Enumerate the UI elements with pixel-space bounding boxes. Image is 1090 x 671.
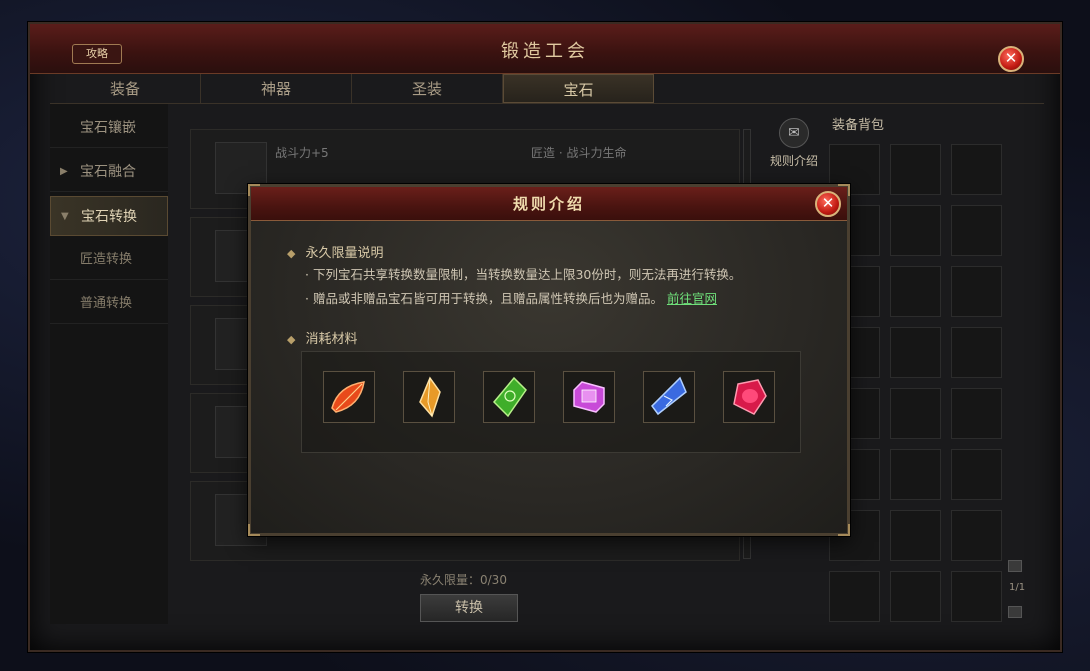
window-title: 锻造工会 xyxy=(501,41,589,62)
bag-slot[interactable] xyxy=(890,571,941,622)
sidebar-item-label: 普通转换 xyxy=(80,296,133,311)
page-down-button[interactable] xyxy=(1008,606,1022,618)
tab-holy-gear[interactable]: 圣装 xyxy=(352,74,503,103)
bag-page-indicator: 1/1 xyxy=(1009,582,1026,593)
official-site-link[interactable]: 前往官网 xyxy=(667,291,717,306)
sidebar-item-label: 匠造转换 xyxy=(80,252,133,267)
bag-slot[interactable] xyxy=(951,449,1002,500)
tab-gem[interactable]: 宝石 xyxy=(503,74,654,103)
bag-slot[interactable] xyxy=(890,510,941,561)
sidebar-item-normal-convert[interactable]: 普通转换 xyxy=(50,284,168,324)
main-tabs: 装备 神器 圣装 宝石 xyxy=(50,74,1044,104)
bag-slot[interactable] xyxy=(951,571,1002,622)
sidebar-item-crafted-convert[interactable]: 匠造转换 xyxy=(50,240,168,280)
sidebar-item-label: 宝石镶嵌 xyxy=(80,120,136,136)
bag-title: 装备背包 xyxy=(832,118,885,133)
sidebar-item-gem-convert[interactable]: ▼ 宝石转换 xyxy=(50,196,168,236)
rules-dialog: 规则介绍 ✕ ◆ 永久限量说明 · 下列宝石共享转换数量限制，当转换数量达上限30… xyxy=(248,184,850,536)
rule-line-2-text: · 赠品或非赠品宝石皆可用于转换，且赠品属性转换后也为赠品。 xyxy=(305,291,663,306)
bag-slot[interactable] xyxy=(829,571,880,622)
section-title: 消耗材料 xyxy=(305,332,358,347)
sidebar-item-label: 宝石融合 xyxy=(80,164,136,180)
corner-ornament xyxy=(248,524,260,536)
chevron-right-icon: ▶ xyxy=(60,166,68,177)
rules-button-label: 规则介绍 xyxy=(769,154,818,168)
section-permanent-limit: ◆ 永久限量说明 xyxy=(287,242,383,261)
bag-slot[interactable] xyxy=(890,327,941,378)
bag-slot[interactable] xyxy=(890,388,941,439)
materials-panel xyxy=(301,351,801,453)
gem-attribute: 战斗力+5 xyxy=(275,146,329,160)
diamond-bullet-icon: ◆ xyxy=(287,333,296,346)
bag-slot[interactable] xyxy=(951,205,1002,256)
window-titlebar: 攻略 锻造工会 ✕ xyxy=(30,24,1060,74)
equipment-bag-grid xyxy=(829,144,1002,622)
ruby-gem-icon[interactable] xyxy=(723,371,775,423)
convert-button[interactable]: 转换 xyxy=(420,594,518,622)
dialog-titlebar: 规则介绍 xyxy=(251,187,847,221)
sidebar-item-label: 宝石转换 xyxy=(81,209,137,225)
permanent-limit: 永久限量：0/30 xyxy=(420,573,507,587)
corner-ornament xyxy=(838,524,850,536)
sidebar: 宝石镶嵌 ▶ 宝石融合 ▼ 宝石转换 匠造转换 普通转换 xyxy=(50,104,168,624)
section-materials: ◆ 消耗材料 xyxy=(287,328,357,347)
rule-line-1: · 下列宝石共享转换数量限制，当转换数量达上限30份时，则无法再进行转换。 xyxy=(305,267,742,282)
bag-slot[interactable] xyxy=(951,144,1002,195)
dialog-title: 规则介绍 xyxy=(512,195,585,213)
blue-gem-icon[interactable] xyxy=(643,371,695,423)
tab-equipment[interactable]: 装备 xyxy=(50,74,201,103)
bag-slot[interactable] xyxy=(951,388,1002,439)
sidebar-item-gem-inlay[interactable]: 宝石镶嵌 xyxy=(50,108,168,148)
section-title: 永久限量说明 xyxy=(305,246,384,261)
dialog-close-button[interactable]: ✕ xyxy=(815,191,841,217)
amber-gem-icon[interactable] xyxy=(403,371,455,423)
bag-slot[interactable] xyxy=(951,266,1002,317)
chevron-down-icon: ▼ xyxy=(61,211,69,222)
diamond-bullet-icon: ◆ xyxy=(287,247,296,260)
bag-slot[interactable] xyxy=(951,510,1002,561)
purple-gem-icon[interactable] xyxy=(563,371,615,423)
rules-button[interactable]: ✉ 规则介绍 xyxy=(767,118,821,169)
green-gem-icon[interactable] xyxy=(483,371,535,423)
tab-artifact[interactable]: 神器 xyxy=(201,74,352,103)
bag-slot[interactable] xyxy=(951,327,1002,378)
scroll-icon: ✉ xyxy=(779,118,809,148)
bag-slot[interactable] xyxy=(890,205,941,256)
red-leaf-gem-icon[interactable] xyxy=(323,371,375,423)
sidebar-item-gem-fusion[interactable]: ▶ 宝石融合 xyxy=(50,152,168,192)
rule-line-2: · 赠品或非赠品宝石皆可用于转换，且赠品属性转换后也为赠品。 前往官网 xyxy=(305,288,717,307)
bag-slot[interactable] xyxy=(890,449,941,500)
bag-slot[interactable] xyxy=(890,144,941,195)
bag-slot[interactable] xyxy=(890,266,941,317)
page-up-button[interactable] xyxy=(1008,560,1022,572)
window-close-button[interactable]: ✕ xyxy=(998,46,1024,72)
target-attribute: 匠造 · 战斗力生命 xyxy=(531,146,627,160)
